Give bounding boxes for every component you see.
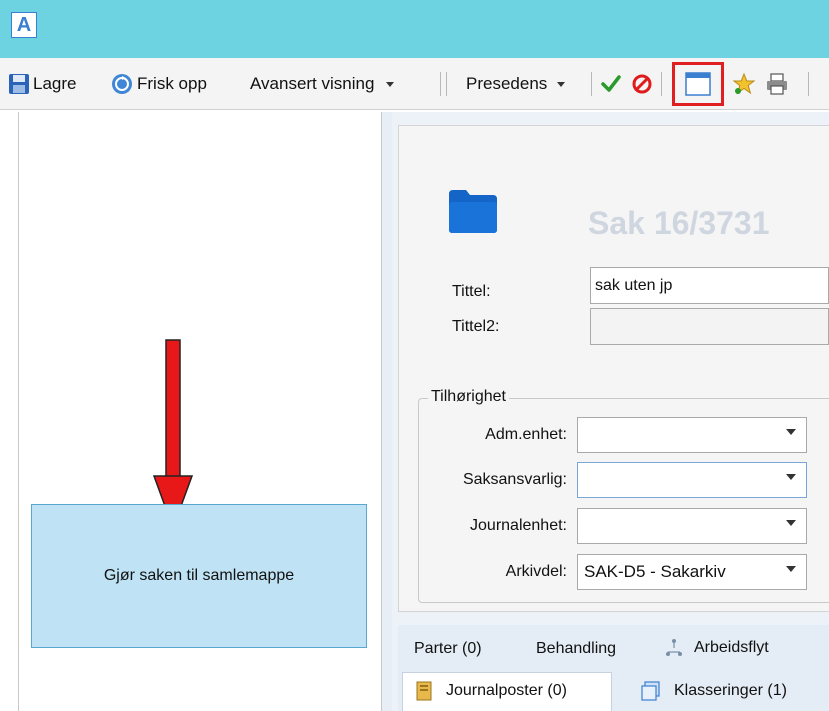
title2-field[interactable] (590, 308, 829, 345)
adm-unit-label: Adm.enhet: (485, 426, 567, 443)
workflow-icon (666, 639, 682, 656)
view-mode-dropdown[interactable]: Avansert visning (250, 73, 395, 95)
title2-label: Tittel2: (452, 318, 500, 335)
adm-unit-combo[interactable] (577, 417, 807, 453)
tab-classifications[interactable]: Klasseringer (1) (640, 680, 787, 702)
case-responsible-label: Saksansvarlig: (462, 471, 567, 488)
cancel-button[interactable] (631, 73, 653, 95)
toolbar-separator (591, 72, 592, 96)
journal-unit-combo[interactable] (577, 508, 807, 544)
callout-box: Gjør saken til samlemappe (31, 504, 367, 648)
journal-icon (416, 681, 432, 701)
chevron-down-icon (557, 81, 566, 87)
archive-part-value: SAK-D5 - Sakarkiv (584, 562, 726, 581)
tab-processing-label: Behandling (536, 640, 617, 657)
tab-journal-posts-label: Journalposter (0) (446, 682, 567, 699)
tab-journal-posts[interactable]: Journalposter (0) (414, 680, 567, 702)
toolbar: Lagre Frisk opp Avansert visning Presede… (0, 58, 829, 110)
tab-classifications-label: Klasseringer (1) (674, 682, 787, 699)
case-title: Sak 16/3731 (588, 205, 770, 241)
print-button[interactable] (765, 73, 789, 95)
chevron-down-icon (786, 474, 796, 480)
refresh-label: Frisk opp (137, 74, 207, 93)
tab-workflow[interactable]: Arbeidsflyt (664, 638, 769, 658)
approve-check-icon (601, 75, 621, 92)
print-icon (767, 73, 787, 95)
app-logo-icon: A (11, 12, 37, 38)
refresh-button[interactable]: Frisk opp (111, 73, 207, 95)
pane-splitter[interactable] (382, 112, 392, 711)
case-responsible-combo[interactable] (577, 462, 807, 498)
precedent-dropdown[interactable]: Presedens (466, 73, 566, 95)
toolbar-separator (446, 72, 447, 96)
make-collection-folder-button[interactable] (672, 62, 724, 106)
archive-part-combo[interactable]: SAK-D5 - Sakarkiv (577, 554, 807, 590)
precedent-label: Presedens (466, 74, 548, 93)
view-mode-label: Avansert visning (250, 74, 375, 93)
belonging-group-title: Tilhørighet (428, 388, 509, 406)
save-label: Lagre (33, 74, 77, 93)
chevron-down-icon (786, 566, 796, 572)
title-label: Tittel: (452, 283, 491, 300)
cancel-icon (632, 74, 652, 94)
save-button[interactable]: Lagre (8, 73, 76, 95)
tab-parties-label: Parter (0) (414, 640, 482, 657)
tab-processing[interactable]: Behandling (536, 640, 616, 658)
tab-workflow-label: Arbeidsflyt (694, 639, 769, 656)
classification-icon (641, 681, 660, 701)
chevron-down-icon (786, 429, 796, 435)
journal-unit-label: Journalenhet: (470, 517, 567, 534)
approve-button[interactable] (600, 73, 622, 95)
favorite-star-icon (732, 72, 756, 95)
folder-icon (449, 190, 497, 233)
title-field[interactable]: sak uten jp (590, 267, 829, 304)
chevron-down-icon (786, 520, 796, 526)
toolbar-separator (808, 72, 809, 96)
save-icon (9, 74, 29, 94)
title-bar: A (0, 0, 829, 58)
favorite-button[interactable] (732, 72, 756, 95)
callout-text: Gjør saken til samlemappe (103, 567, 295, 584)
toolbar-separator (440, 72, 441, 96)
archive-part-label: Arkivdel: (505, 563, 567, 580)
folder-window-icon (685, 72, 711, 96)
refresh-icon (112, 74, 132, 94)
tab-parties[interactable]: Parter (0) (414, 640, 482, 658)
toolbar-separator (661, 72, 662, 96)
chevron-down-icon (386, 81, 395, 87)
